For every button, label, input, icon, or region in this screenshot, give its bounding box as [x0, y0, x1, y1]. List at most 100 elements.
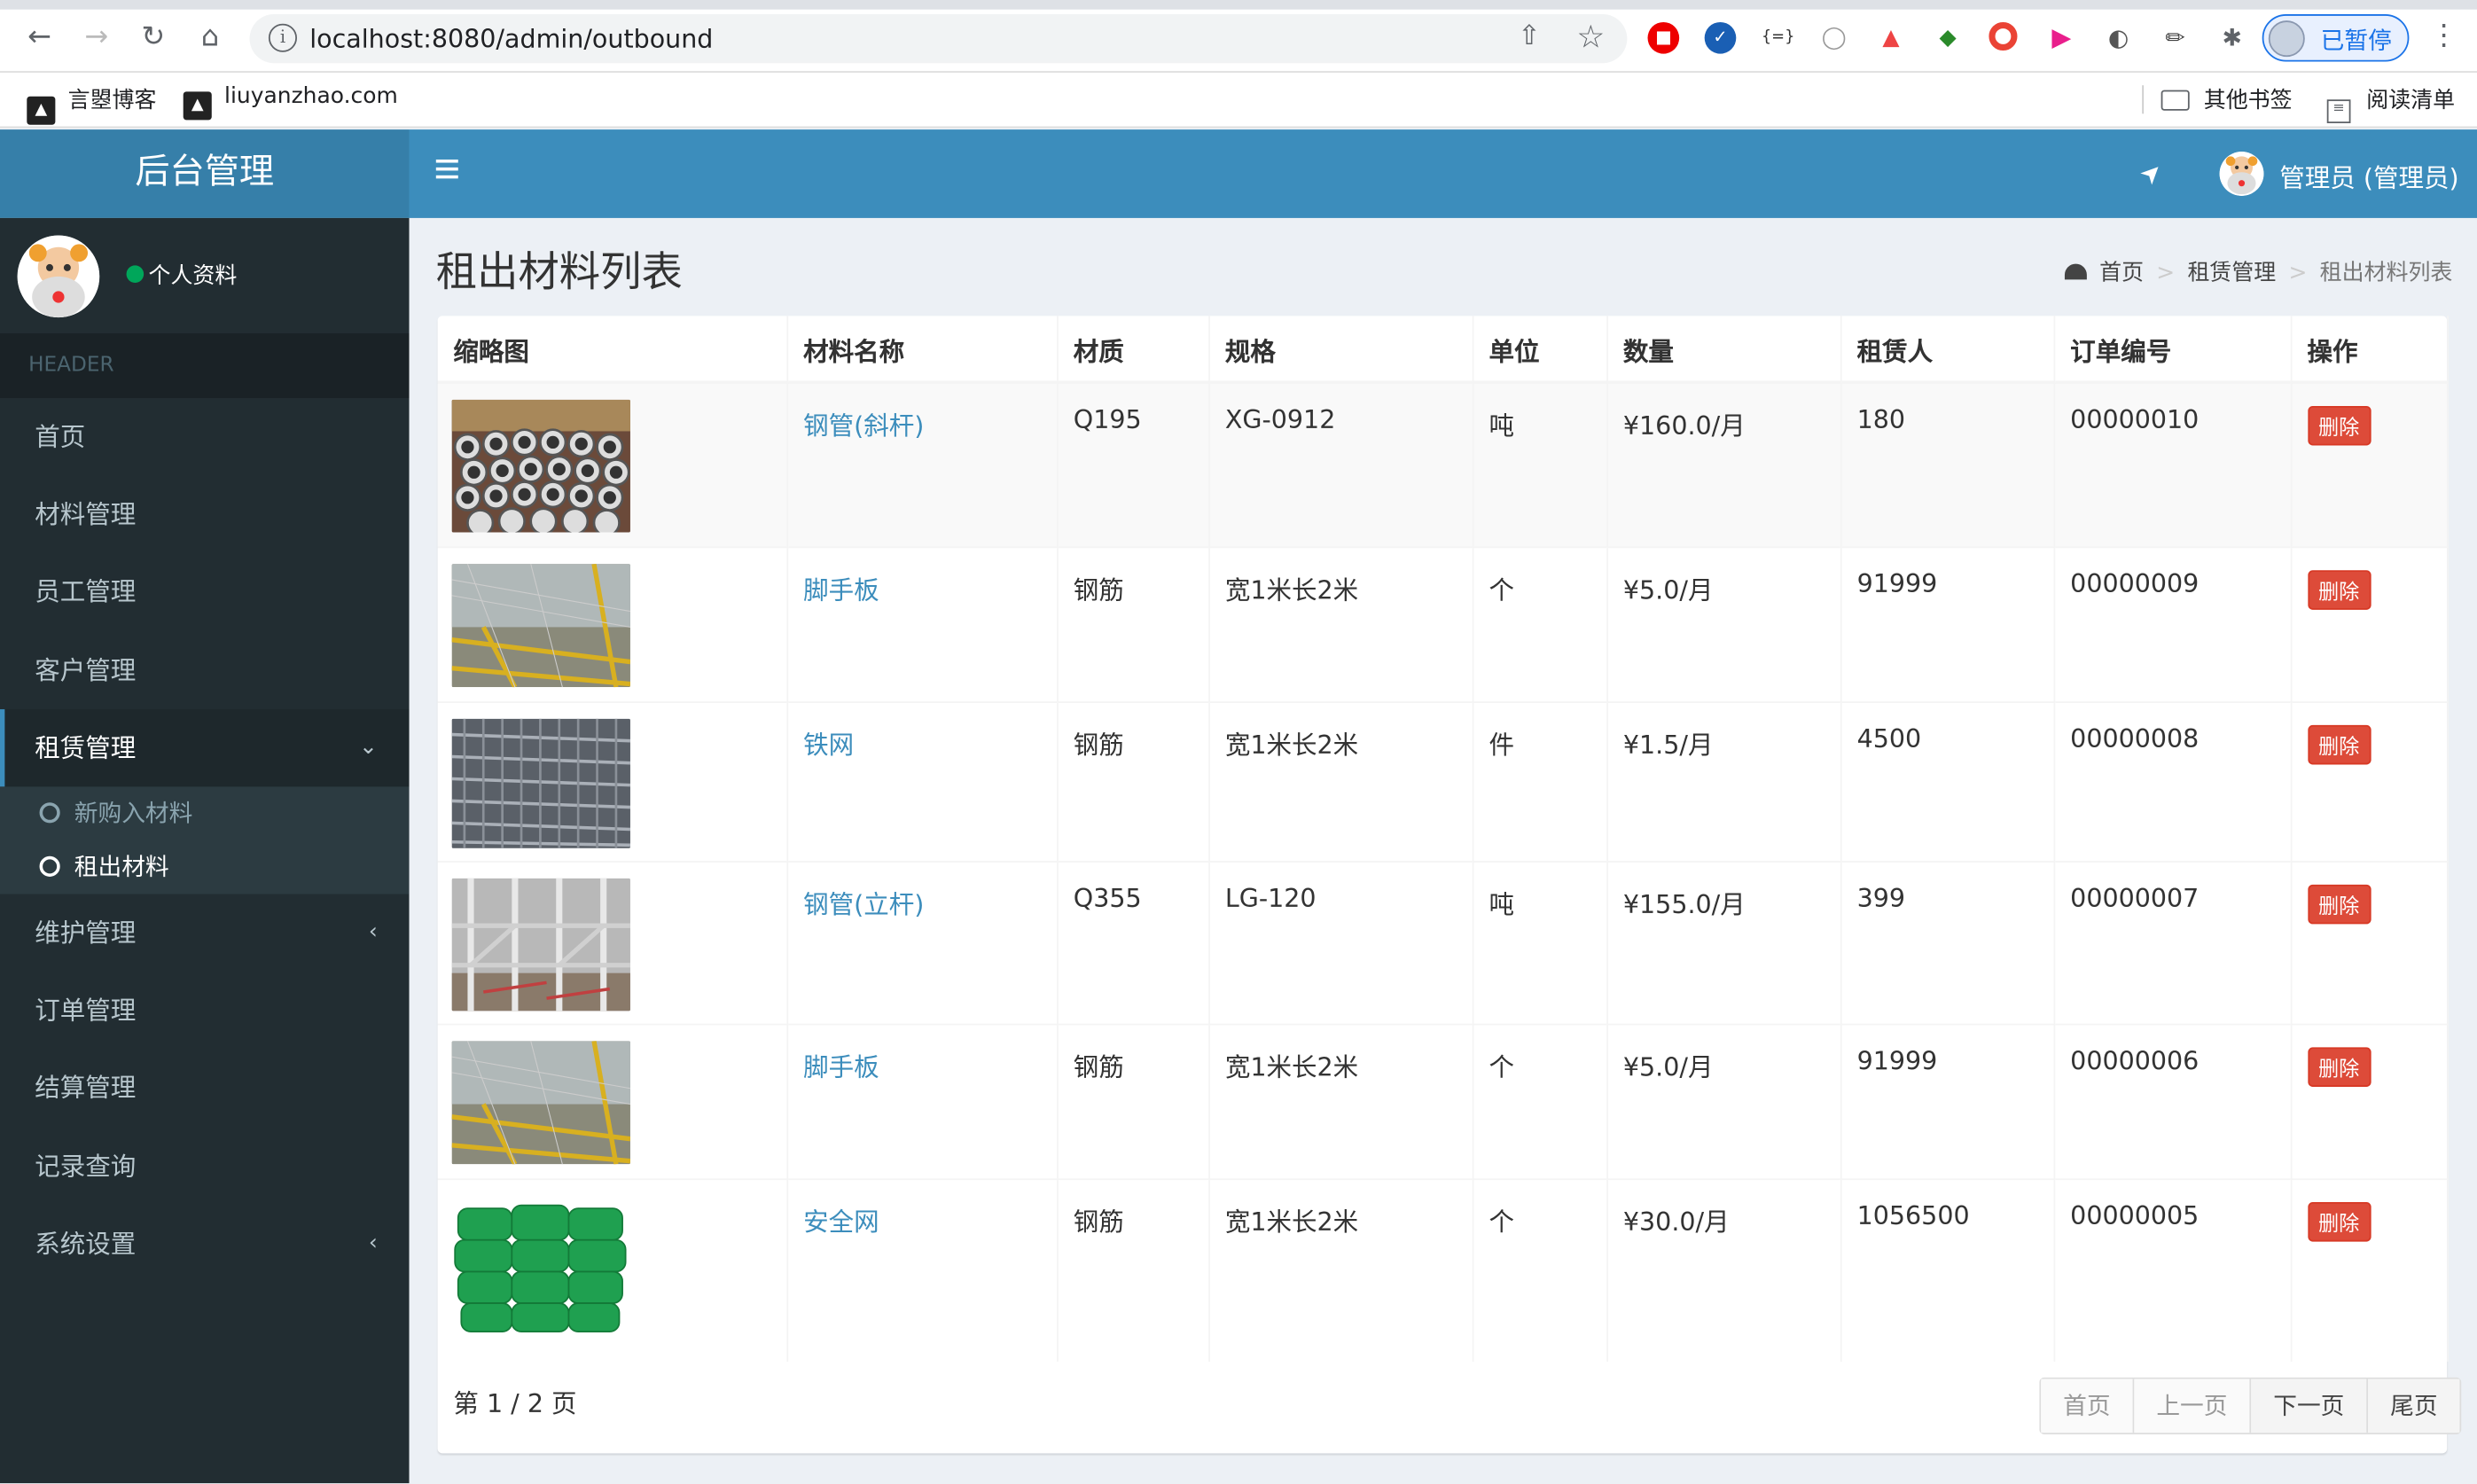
browser-menu-icon[interactable]: ⋮ [2430, 19, 2458, 51]
share-icon[interactable]: ⇧ [1518, 20, 1540, 52]
delete-button[interactable]: 删除 [2307, 405, 2371, 446]
sidebar-item-rental[interactable]: 租赁管理 ⌄ [0, 709, 410, 787]
delete-button[interactable]: 删除 [2307, 1046, 2371, 1087]
material-name-link[interactable]: 安全网 [803, 1206, 879, 1236]
admin-logo[interactable]: 后台管理 [0, 129, 410, 218]
materials-table-box: 缩略图 材料名称 材质 规格 单位 数量 租赁人 订单编号 操作 钢管(斜杆) [437, 316, 2449, 1454]
table-row: 钢管(立杆) Q355 LG-120 吨 ¥155.0/月 399 000000… [437, 860, 2449, 1024]
play-extension-icon[interactable]: ▶ [2046, 22, 2078, 54]
film-extension-icon[interactable]: ◐ [2103, 22, 2135, 54]
sidebar-item-orders[interactable]: 订单管理 [0, 972, 410, 1049]
bookmark-site[interactable]: ▲ liuyanzhao.com [183, 83, 398, 121]
material-name-link[interactable]: 脚手板 [803, 574, 879, 605]
material-name-cell: 钢管(斜杆) [786, 381, 1058, 547]
circle-icon [39, 855, 60, 877]
breadcrumb: 首页 > 租赁管理 > 租出材料列表 [2064, 256, 2452, 288]
submenu-item-rented-materials[interactable]: 租出材料 [0, 840, 410, 894]
first-page-button[interactable]: 首页 [2041, 1379, 2135, 1433]
eyedropper-extension-icon[interactable]: ✏ [2160, 22, 2192, 54]
action-cell: 删除 [2290, 1177, 2449, 1362]
thumbnail-scaffold-board [451, 563, 630, 687]
reading-list[interactable]: ≡ 阅读清单 [2326, 83, 2455, 123]
thumbnail-cell [437, 700, 788, 862]
sidebar-item-customers[interactable]: 客户管理 [0, 632, 410, 709]
extensions-puzzle-icon[interactable]: ✱ [2216, 22, 2248, 54]
bookmark-blog[interactable]: ▲ 言曌博客 [27, 83, 156, 125]
sidebar-toggle-icon[interactable] [435, 159, 458, 180]
tree-extension-icon[interactable]: ▲ [1875, 22, 1907, 54]
quantity-cell: ¥30.0/月 [1606, 1177, 1841, 1362]
unit-cell: 个 [1472, 1022, 1608, 1179]
order-number-cell: 00000009 [2053, 545, 2292, 702]
material-cell: 钢筋 [1057, 545, 1210, 702]
material-name-link[interactable]: 脚手板 [803, 1051, 879, 1082]
material-name-link[interactable]: 钢管(立杆) [803, 888, 924, 918]
material-name-link[interactable]: 铁网 [803, 729, 854, 759]
prev-page-button[interactable]: 上一页 [2134, 1379, 2252, 1433]
other-bookmarks[interactable]: 其他书签 [2161, 83, 2293, 115]
green-extension-icon[interactable]: ◆ [1932, 22, 1964, 54]
unit-cell: 吨 [1472, 381, 1608, 547]
sidebar-item-maintenance[interactable]: 维护管理 ‹ [0, 894, 410, 972]
json-extension-icon[interactable]: {=} [1762, 22, 1795, 54]
quantity-cell: ¥155.0/月 [1606, 860, 1841, 1024]
adblock-extension-icon[interactable]: ■ [1647, 21, 1680, 54]
breadcrumb-rental[interactable]: 租赁管理 [2187, 261, 2276, 286]
unit-cell: 吨 [1472, 860, 1608, 1024]
sidebar-item-records[interactable]: 记录查询 [0, 1128, 410, 1205]
profile-avatar-icon [2268, 20, 2305, 58]
sidebar-item-label: 租赁管理 [35, 732, 137, 763]
sidebar-item-label: 记录查询 [35, 1152, 137, 1182]
profile-link[interactable]: 个人资料 [148, 259, 237, 291]
material-name-link[interactable]: 钢管(斜杆) [803, 410, 924, 441]
profile-paused-button[interactable]: 已暂停 [2262, 14, 2410, 62]
user-avatar[interactable] [2219, 152, 2264, 196]
shield-extension-icon[interactable]: ◯ [1818, 22, 1850, 54]
renter-cell: 1056500 [1840, 1177, 2055, 1362]
sidebar-item-materials[interactable]: 材料管理 [0, 475, 410, 552]
sidebar-item-label: 结算管理 [35, 1072, 137, 1103]
material-cell: Q195 [1057, 381, 1210, 547]
spec-cell: 宽1米长2米 [1208, 545, 1473, 702]
reload-icon[interactable]: ↻ [136, 20, 170, 55]
column-header: 租赁人 [1840, 316, 2055, 385]
material-name-cell: 铁网 [786, 700, 1058, 862]
forward-arrow-icon[interactable]: → [79, 20, 113, 55]
column-header: 数量 [1606, 316, 1841, 385]
url-text[interactable]: localhost:8080/admin/outbound [309, 24, 713, 54]
sidebar-item-settlement[interactable]: 结算管理 [0, 1049, 410, 1126]
table-row: 脚手板 钢筋 宽1米长2米 个 ¥5.0/月 91999 00000006 删除 [437, 1022, 2449, 1179]
submenu-item-new-materials[interactable]: 新购入材料 [0, 786, 410, 840]
table-row: 钢管(斜杆) Q195 XG-0912 吨 ¥160.0/月 180 00000… [437, 381, 2449, 547]
delete-button[interactable]: 删除 [2307, 724, 2371, 764]
user-name[interactable]: 管理员 (管理员) [2279, 156, 2458, 194]
bookmark-star-icon[interactable]: ☆ [1576, 18, 1605, 56]
bookmarks-divider [2142, 85, 2145, 114]
thumbnail-cell [437, 545, 788, 702]
address-bar[interactable]: i localhost:8080/admin/outbound ⇧ ☆ [249, 14, 1628, 64]
breadcrumb-home[interactable]: 首页 [2099, 261, 2144, 286]
chrome-extension-icon[interactable] [1989, 21, 2018, 51]
sidebar-item-label: 首页 [35, 421, 86, 452]
delete-button[interactable]: 删除 [2307, 1201, 2371, 1241]
location-arrow-icon[interactable]: ➤ [2133, 155, 2169, 191]
next-page-button[interactable]: 下一页 [2251, 1379, 2369, 1433]
sidebar-item-home[interactable]: 首页 [0, 398, 410, 475]
site-info-icon[interactable]: i [268, 23, 297, 52]
thumbnail-iron-mesh [451, 717, 630, 847]
column-header: 订单编号 [2053, 316, 2292, 385]
delete-button[interactable]: 删除 [2307, 883, 2371, 924]
column-header: 规格 [1208, 316, 1473, 385]
delete-button[interactable]: 删除 [2307, 569, 2371, 609]
sidebar-item-settings[interactable]: 系统设置 ‹ [0, 1206, 410, 1283]
check-extension-icon[interactable]: ✓ [1704, 21, 1737, 54]
submenu-item-label: 新购入材料 [74, 799, 193, 828]
renter-cell: 91999 [1840, 1022, 2055, 1179]
home-icon[interactable]: ⌂ [192, 20, 227, 55]
thumbnail-cell [437, 1022, 788, 1179]
material-cell: Q355 [1057, 860, 1210, 1024]
back-arrow-icon[interactable]: ← [22, 20, 57, 55]
thumbnail-steel-pipes [451, 399, 630, 533]
last-page-button[interactable]: 尾页 [2368, 1379, 2460, 1433]
sidebar-item-staff[interactable]: 员工管理 [0, 553, 410, 630]
